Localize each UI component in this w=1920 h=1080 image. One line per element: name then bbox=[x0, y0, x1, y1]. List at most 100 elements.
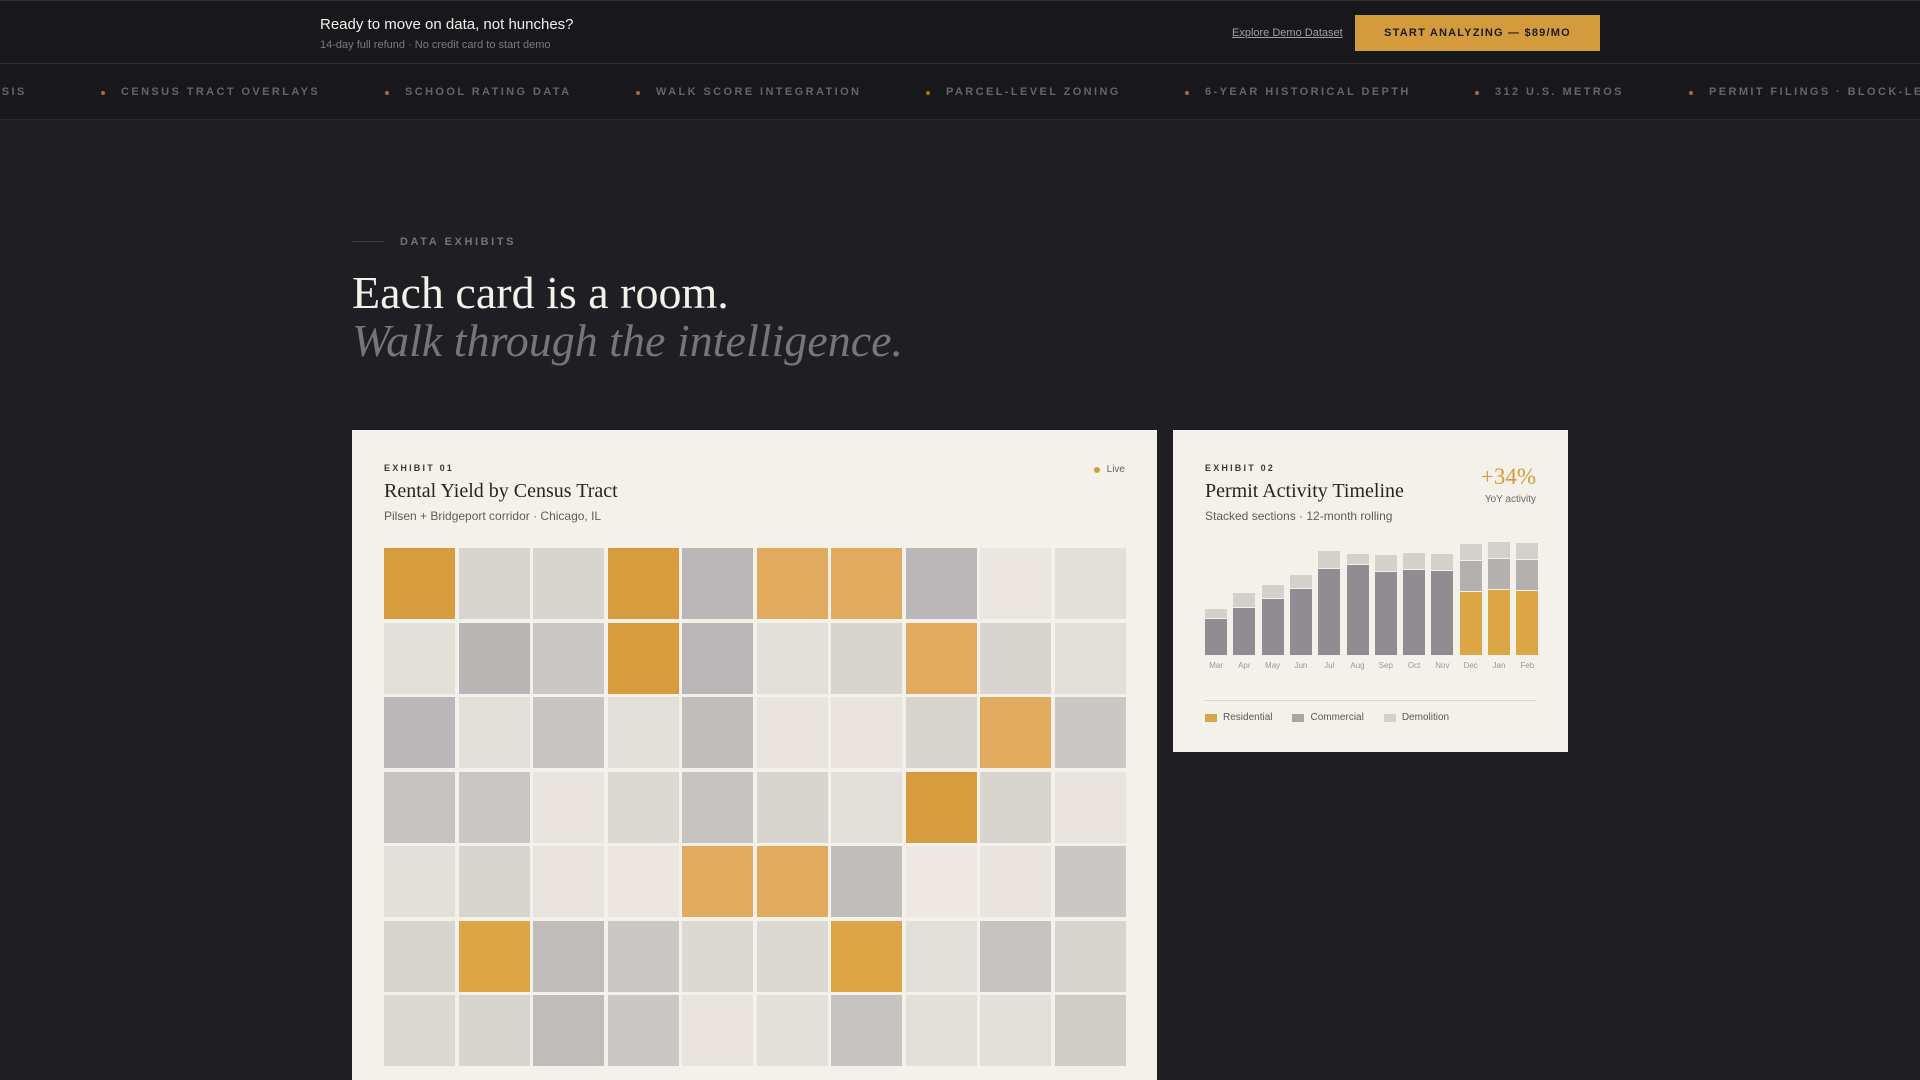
tract-cell[interactable] bbox=[756, 622, 828, 694]
tract-cell[interactable] bbox=[831, 771, 902, 843]
tract-cell[interactable] bbox=[1054, 548, 1126, 619]
section-heading: Each card is a room. bbox=[352, 267, 729, 318]
start-analyzing-button[interactable]: START ANALYZING — $89/MO bbox=[1355, 15, 1600, 51]
explore-demo-link[interactable]: Explore Demo Dataset bbox=[1232, 27, 1343, 39]
tract-cell[interactable] bbox=[980, 771, 1051, 843]
tract-cell[interactable] bbox=[831, 548, 902, 619]
tract-cell[interactable] bbox=[682, 846, 753, 917]
x-tick-label: Dec bbox=[1463, 661, 1478, 670]
tract-cell[interactable] bbox=[756, 846, 828, 917]
tract-cell[interactable] bbox=[682, 771, 753, 843]
tract-cell[interactable] bbox=[384, 846, 455, 917]
x-tick-label: Mar bbox=[1209, 661, 1223, 670]
tract-cell[interactable] bbox=[905, 548, 977, 619]
bar-segment-commercial bbox=[1261, 598, 1284, 655]
exhibit-card-permit-activity: EXHIBIT 02 Permit Activity Timeline Stac… bbox=[1173, 430, 1568, 752]
bar-segment-demolition bbox=[1289, 575, 1312, 588]
tract-cell[interactable] bbox=[384, 697, 455, 768]
tract-cell[interactable] bbox=[384, 920, 455, 992]
exhibit-subtitle: Stacked sections · 12-month rolling bbox=[1205, 509, 1393, 523]
tract-cell[interactable] bbox=[831, 920, 902, 992]
tract-cell[interactable] bbox=[384, 548, 455, 619]
tract-cell[interactable] bbox=[607, 846, 679, 917]
tract-cell[interactable] bbox=[607, 920, 679, 992]
tract-cell[interactable] bbox=[756, 771, 828, 843]
bar-segment-demolition bbox=[1205, 608, 1227, 619]
ticker-separator bbox=[636, 91, 640, 95]
tract-cell[interactable] bbox=[756, 995, 828, 1066]
bar-segment-demolition bbox=[1431, 554, 1454, 570]
tract-cell[interactable] bbox=[533, 920, 604, 992]
tract-cell[interactable] bbox=[458, 548, 530, 619]
tract-cell[interactable] bbox=[831, 622, 902, 694]
tract-cell[interactable] bbox=[831, 846, 902, 917]
tract-cell[interactable] bbox=[458, 771, 530, 843]
ticker-item: WALK SCORE INTEGRATION bbox=[656, 86, 862, 98]
bar-segment-commercial bbox=[1205, 619, 1227, 655]
tract-cell[interactable] bbox=[980, 846, 1051, 917]
tract-cell[interactable] bbox=[682, 548, 753, 619]
tract-cell[interactable] bbox=[905, 622, 977, 694]
tract-cell[interactable] bbox=[1054, 920, 1126, 992]
tract-cell[interactable] bbox=[533, 846, 604, 917]
tract-cell[interactable] bbox=[756, 697, 828, 768]
tract-cell[interactable] bbox=[458, 622, 530, 694]
x-tick-label: Nov bbox=[1435, 661, 1450, 670]
tract-cell[interactable] bbox=[756, 548, 828, 619]
tract-cell[interactable] bbox=[682, 920, 753, 992]
tract-cell[interactable] bbox=[384, 771, 455, 843]
legend-label: Demolition bbox=[1401, 712, 1450, 723]
bar-segment-commercial bbox=[1403, 569, 1426, 655]
tract-cell[interactable] bbox=[756, 920, 828, 992]
tract-cell[interactable] bbox=[458, 995, 530, 1066]
bar-segment-residential bbox=[1488, 589, 1510, 655]
tract-cell[interactable] bbox=[980, 548, 1051, 619]
bar-segment-demolition bbox=[1459, 544, 1482, 560]
tract-cell[interactable] bbox=[905, 771, 977, 843]
tract-cell[interactable] bbox=[980, 995, 1051, 1066]
tract-cell[interactable] bbox=[682, 622, 753, 694]
tract-cell[interactable] bbox=[607, 622, 679, 694]
tract-cell[interactable] bbox=[980, 697, 1051, 768]
bar-segment-residential bbox=[1459, 592, 1482, 655]
tract-cell[interactable] bbox=[1054, 995, 1126, 1066]
tract-cell[interactable] bbox=[980, 920, 1051, 992]
tract-cell[interactable] bbox=[533, 771, 604, 843]
tract-cell[interactable] bbox=[1054, 622, 1126, 694]
tract-cell[interactable] bbox=[458, 920, 530, 992]
section-eyebrow: DATA EXHIBITS bbox=[400, 236, 517, 248]
tract-cell[interactable] bbox=[607, 697, 679, 768]
legend-divider bbox=[1205, 700, 1536, 701]
tract-cell[interactable] bbox=[1054, 771, 1126, 843]
tract-cell[interactable] bbox=[533, 697, 604, 768]
tract-cell[interactable] bbox=[533, 548, 604, 619]
exhibit-label: EXHIBIT 01 bbox=[384, 463, 455, 473]
exhibit-label: EXHIBIT 02 bbox=[1205, 463, 1276, 473]
tract-cell[interactable] bbox=[831, 995, 902, 1066]
legend-item: Demolition bbox=[1383, 712, 1450, 723]
tract-cell[interactable] bbox=[1054, 846, 1126, 917]
tract-cell[interactable] bbox=[905, 920, 977, 992]
tract-cell[interactable] bbox=[682, 995, 753, 1066]
tract-cell[interactable] bbox=[458, 846, 530, 917]
tract-cell[interactable] bbox=[533, 995, 604, 1066]
tract-cell[interactable] bbox=[1054, 697, 1126, 768]
tract-cell[interactable] bbox=[607, 995, 679, 1066]
tract-cell[interactable] bbox=[905, 846, 977, 917]
tract-cell[interactable] bbox=[607, 548, 679, 619]
tract-cell[interactable] bbox=[533, 622, 604, 694]
tract-cell[interactable] bbox=[607, 771, 679, 843]
tract-cell[interactable] bbox=[905, 995, 977, 1066]
tract-cell[interactable] bbox=[384, 622, 455, 694]
ticker-separator bbox=[1185, 91, 1189, 95]
tract-cell[interactable] bbox=[682, 697, 753, 768]
legend-label: Commercial bbox=[1310, 712, 1364, 723]
tract-cell[interactable] bbox=[905, 697, 977, 768]
bar-segment-demolition bbox=[1374, 555, 1397, 571]
tract-cell[interactable] bbox=[384, 995, 455, 1066]
cta-title: Ready to move on data, not hunches? bbox=[320, 16, 574, 33]
tract-cell[interactable] bbox=[831, 697, 902, 768]
tract-cell[interactable] bbox=[458, 697, 530, 768]
x-tick-label: Jan bbox=[1492, 661, 1506, 670]
tract-cell[interactable] bbox=[980, 622, 1051, 694]
